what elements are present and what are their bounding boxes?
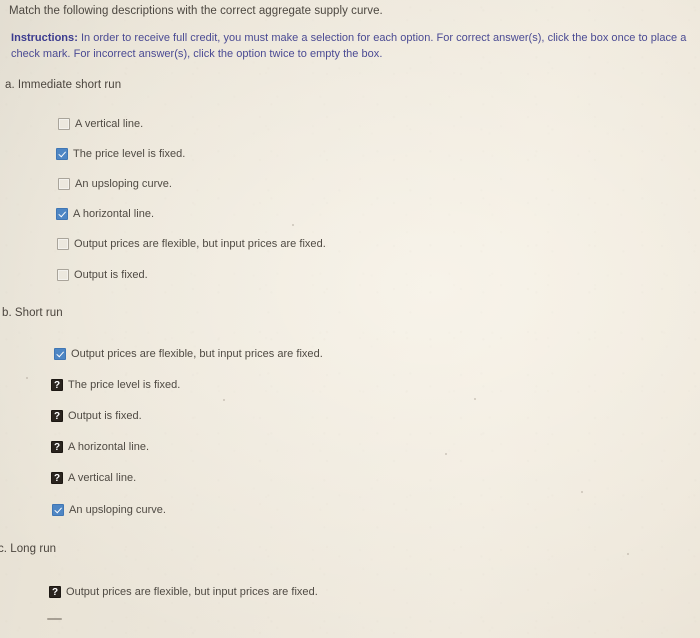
option-label-a-1: A vertical line. xyxy=(75,118,144,130)
option-row-a-1[interactable]: A vertical line. xyxy=(58,118,143,130)
section-label-c: c. Long run xyxy=(0,543,57,555)
option-row-c-1[interactable]: Output prices are flexible, but input pr… xyxy=(49,586,318,598)
option-row-a-6[interactable]: Output is fixed. xyxy=(57,269,148,281)
option-row-b-4[interactable]: A horizontal line. xyxy=(51,441,149,453)
option-row-b-6[interactable]: An upsloping curve. xyxy=(52,504,166,516)
option-label-b-6: An upsloping curve. xyxy=(69,504,166,516)
paper-speck xyxy=(26,377,28,379)
section-label-b: b. Short run xyxy=(2,307,63,319)
checkbox-a-6[interactable] xyxy=(57,269,69,281)
option-label-a-4: A horizontal line. xyxy=(73,208,155,220)
option-row-a-4[interactable]: A horizontal line. xyxy=(56,208,154,220)
checkbox-a-2[interactable] xyxy=(56,148,68,160)
paper-speck xyxy=(292,224,294,226)
option-label-b-3: Output is fixed. xyxy=(68,410,142,422)
checkbox-c-1[interactable] xyxy=(49,586,61,598)
instructions-text: In order to receive full credit, you mus… xyxy=(11,32,687,60)
option-row-a-3[interactable]: An upsloping curve. xyxy=(58,178,172,190)
option-label-a-2: The price level is fixed. xyxy=(73,148,186,160)
option-row-b-1[interactable]: Output prices are flexible, but input pr… xyxy=(54,348,323,360)
checkbox-b-1[interactable] xyxy=(54,348,66,360)
instructions-block: Instructions: In order to receive full c… xyxy=(11,31,689,62)
paper-speck xyxy=(474,398,476,400)
instructions-label: Instructions: xyxy=(11,32,78,44)
option-row-b-2[interactable]: The price level is fixed. xyxy=(51,379,180,391)
option-row-a-2[interactable]: The price level is fixed. xyxy=(56,148,185,160)
option-row-b-3[interactable]: Output is fixed. xyxy=(51,410,142,422)
checkbox-b-6[interactable] xyxy=(52,504,64,516)
checkbox-b-2[interactable] xyxy=(51,379,63,391)
checkbox-a-3[interactable] xyxy=(58,178,70,190)
option-label-a-3: An upsloping curve. xyxy=(75,178,172,190)
paper-speck xyxy=(223,399,225,401)
partial-mark-bottom xyxy=(47,618,62,620)
question-prompt: Match the following descriptions with th… xyxy=(9,5,383,17)
option-row-a-5[interactable]: Output prices are flexible, but input pr… xyxy=(57,238,326,250)
option-label-b-1: Output prices are flexible, but input pr… xyxy=(71,348,323,360)
option-label-b-5: A vertical line. xyxy=(68,472,137,484)
checkbox-a-5[interactable] xyxy=(57,238,69,250)
option-label-b-2: The price level is fixed. xyxy=(68,379,181,391)
option-row-b-5[interactable]: A vertical line. xyxy=(51,472,136,484)
checkbox-b-4[interactable] xyxy=(51,441,63,453)
checkbox-b-5[interactable] xyxy=(51,472,63,484)
option-label-b-4: A horizontal line. xyxy=(68,441,150,453)
section-label-a: a. Immediate short run xyxy=(5,79,122,91)
checkbox-a-4[interactable] xyxy=(56,208,68,220)
paper-speck xyxy=(581,491,583,493)
paper-speck xyxy=(627,553,629,555)
option-label-c-1: Output prices are flexible, but input pr… xyxy=(66,586,318,598)
option-label-a-6: Output is fixed. xyxy=(74,269,148,281)
checkbox-b-3[interactable] xyxy=(51,410,63,422)
paper-speck xyxy=(445,453,447,455)
checkbox-a-1[interactable] xyxy=(58,118,70,130)
option-label-a-5: Output prices are flexible, but input pr… xyxy=(74,238,326,250)
